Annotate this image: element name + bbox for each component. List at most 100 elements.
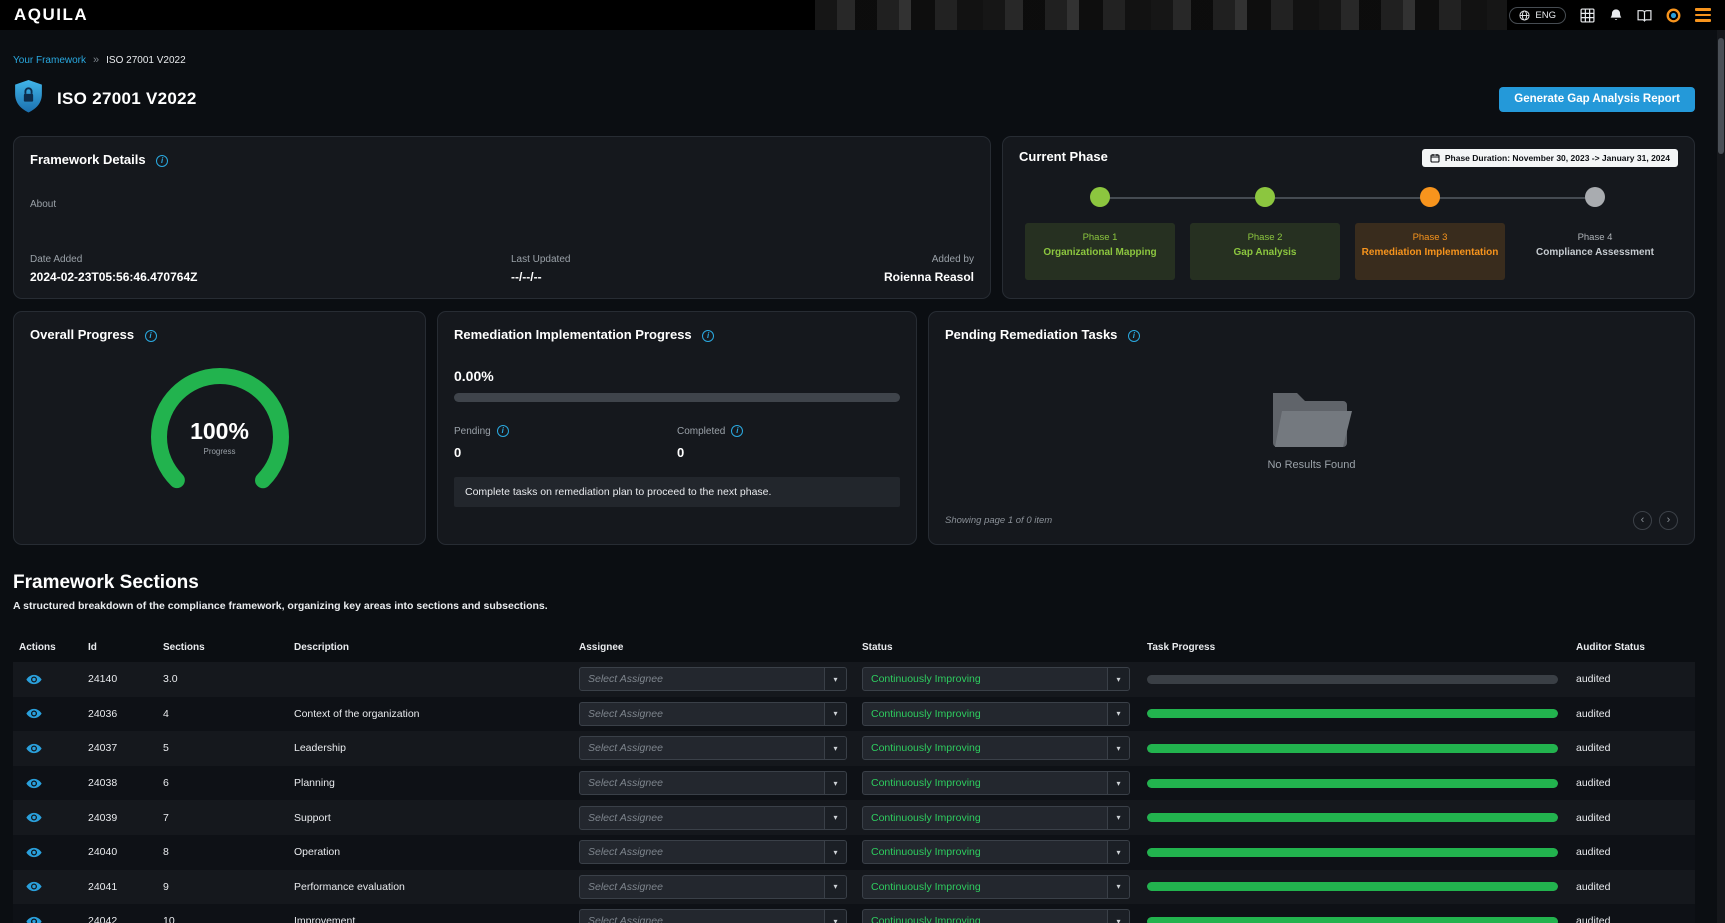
info-icon[interactable]: i	[497, 425, 509, 437]
assignee-select[interactable]: Select Assignee▾	[579, 806, 847, 830]
completed-value: 0	[677, 445, 900, 460]
row-id: 24042	[82, 915, 157, 923]
phase-1: Phase 1 Organizational Mapping	[1025, 187, 1175, 280]
folder-icon	[1267, 385, 1357, 451]
row-id: 24040	[82, 846, 157, 858]
last-updated-label: Last Updated	[511, 254, 571, 265]
task-progress-bar	[1147, 882, 1558, 891]
assignee-select[interactable]: Select Assignee▾	[579, 736, 847, 760]
row-section: 6	[157, 777, 288, 789]
pagination: ‹ ›	[1633, 511, 1678, 530]
scrollbar-thumb[interactable]	[1718, 38, 1724, 154]
col-auditor-status: Auditor Status	[1570, 642, 1695, 653]
empty-state-text: No Results Found	[1267, 459, 1355, 471]
info-icon[interactable]: i	[156, 155, 168, 167]
view-eye-icon[interactable]	[26, 812, 42, 823]
phase-stepper: Phase 1 Organizational Mapping Phase 2 G…	[1025, 187, 1670, 280]
page-header: ISO 27001 V2022 Generate Gap Analysis Re…	[13, 79, 1695, 119]
view-eye-icon[interactable]	[26, 708, 42, 719]
status-select[interactable]: Continuously Improving▾	[862, 771, 1130, 795]
main-content: Your Framework » ISO 27001 V2022 ISO 270…	[13, 30, 1695, 923]
task-progress-bar	[1147, 709, 1558, 718]
added-by-value: Roienna Reasol	[884, 270, 974, 284]
app-root: AQUILA ENG	[0, 0, 1725, 923]
about-label: About	[30, 199, 974, 210]
assignee-select[interactable]: Select Assignee▾	[579, 840, 847, 864]
pending-label: Pending	[454, 426, 491, 437]
assignee-select[interactable]: Select Assignee▾	[579, 771, 847, 795]
table-header: Actions Id Sections Description Assignee…	[13, 632, 1695, 662]
status-select[interactable]: Continuously Improving▾	[862, 875, 1130, 899]
assignee-select[interactable]: Select Assignee▾	[579, 875, 847, 899]
auditor-status: audited	[1570, 673, 1695, 685]
topbar: AQUILA ENG	[0, 0, 1725, 30]
info-icon[interactable]: i	[702, 330, 714, 342]
prev-page-button[interactable]: ‹	[1633, 511, 1652, 530]
docs-book-icon[interactable]	[1637, 9, 1652, 22]
status-select[interactable]: Continuously Improving▾	[862, 736, 1130, 760]
view-eye-icon[interactable]	[26, 881, 42, 892]
remediation-progress-title: Remediation Implementation Progress	[454, 327, 692, 342]
pending-tasks-title: Pending Remediation Tasks	[945, 327, 1117, 342]
table-row: 241403.0Select Assignee▾Continuously Imp…	[13, 662, 1695, 697]
status-select[interactable]: Continuously Improving▾	[862, 702, 1130, 726]
status-select[interactable]: Continuously Improving▾	[862, 840, 1130, 864]
breadcrumb-root-link[interactable]: Your Framework	[13, 55, 86, 66]
remediation-progress-card: Remediation Implementation Progress i 0.…	[437, 311, 917, 545]
status-select[interactable]: Continuously Improving▾	[862, 909, 1130, 923]
overall-progress-caption: Progress	[190, 447, 249, 456]
table-row: 240397SupportSelect Assignee▾Continuousl…	[13, 800, 1695, 835]
language-selector[interactable]: ENG	[1509, 7, 1566, 24]
phase-3-card: Phase 3 Remediation Implementation	[1355, 223, 1505, 280]
auditor-status: audited	[1570, 708, 1695, 720]
table-row: 2404210ImprovementSelect Assignee▾Contin…	[13, 904, 1695, 923]
info-icon[interactable]: i	[145, 330, 157, 342]
info-icon[interactable]: i	[731, 425, 743, 437]
status-select[interactable]: Continuously Improving▾	[862, 806, 1130, 830]
generate-gap-analysis-report-button[interactable]: Generate Gap Analysis Report	[1499, 87, 1695, 112]
row-description: Context of the organization	[288, 708, 573, 720]
apps-grid-icon[interactable]	[1580, 8, 1595, 23]
date-added-label: Date Added	[30, 254, 197, 265]
view-eye-icon[interactable]	[26, 847, 42, 858]
calendar-icon	[1430, 153, 1440, 163]
notifications-bell-icon[interactable]	[1609, 8, 1623, 23]
assignee-select[interactable]: Select Assignee▾	[579, 909, 847, 923]
menu-hamburger-icon[interactable]	[1695, 8, 1711, 21]
auditor-status: audited	[1570, 812, 1695, 824]
chevron-down-icon: ▾	[824, 841, 846, 863]
remediation-percent: 0.00%	[454, 368, 900, 384]
phase-1-dot	[1090, 187, 1110, 207]
view-eye-icon[interactable]	[26, 916, 42, 923]
assignee-select[interactable]: Select Assignee▾	[579, 667, 847, 691]
info-icon[interactable]: i	[1128, 330, 1140, 342]
phase-2: Phase 2 Gap Analysis	[1190, 187, 1340, 280]
date-added-value: 2024-02-23T05:56:46.470764Z	[30, 270, 197, 284]
date-added-block: Date Added 2024-02-23T05:56:46.470764Z	[30, 254, 197, 284]
overall-progress-card: Overall Progress i 100% Progress	[13, 311, 426, 545]
scrollbar[interactable]	[1717, 30, 1725, 923]
view-eye-icon[interactable]	[26, 674, 42, 685]
help-ring-icon[interactable]	[1666, 8, 1681, 23]
task-progress-bar	[1147, 675, 1558, 684]
row-id: 24140	[82, 673, 157, 685]
col-status: Status	[856, 642, 1141, 653]
row-id: 24039	[82, 812, 157, 824]
completed-label: Completed	[677, 426, 725, 437]
auditor-status: audited	[1570, 742, 1695, 754]
progress-gauge: 100% Progress	[30, 344, 409, 530]
framework-details-meta: Date Added 2024-02-23T05:56:46.470764Z L…	[30, 254, 974, 284]
breadcrumb: Your Framework » ISO 27001 V2022	[13, 54, 1695, 66]
col-description: Description	[288, 642, 573, 653]
table-row: 240364Context of the organizationSelect …	[13, 697, 1695, 732]
view-eye-icon[interactable]	[26, 778, 42, 789]
phase-duration-badge: Phase Duration: November 30, 2023 -> Jan…	[1422, 149, 1678, 167]
assignee-select[interactable]: Select Assignee▾	[579, 702, 847, 726]
status-select[interactable]: Continuously Improving▾	[862, 667, 1130, 691]
sections-subtitle: A structured breakdown of the compliance…	[13, 600, 1695, 612]
next-page-button[interactable]: ›	[1659, 511, 1678, 530]
view-eye-icon[interactable]	[26, 743, 42, 754]
chevron-down-icon: ▾	[1107, 910, 1129, 923]
chevron-down-icon: ▾	[824, 737, 846, 759]
phase-4-dot	[1585, 187, 1605, 207]
